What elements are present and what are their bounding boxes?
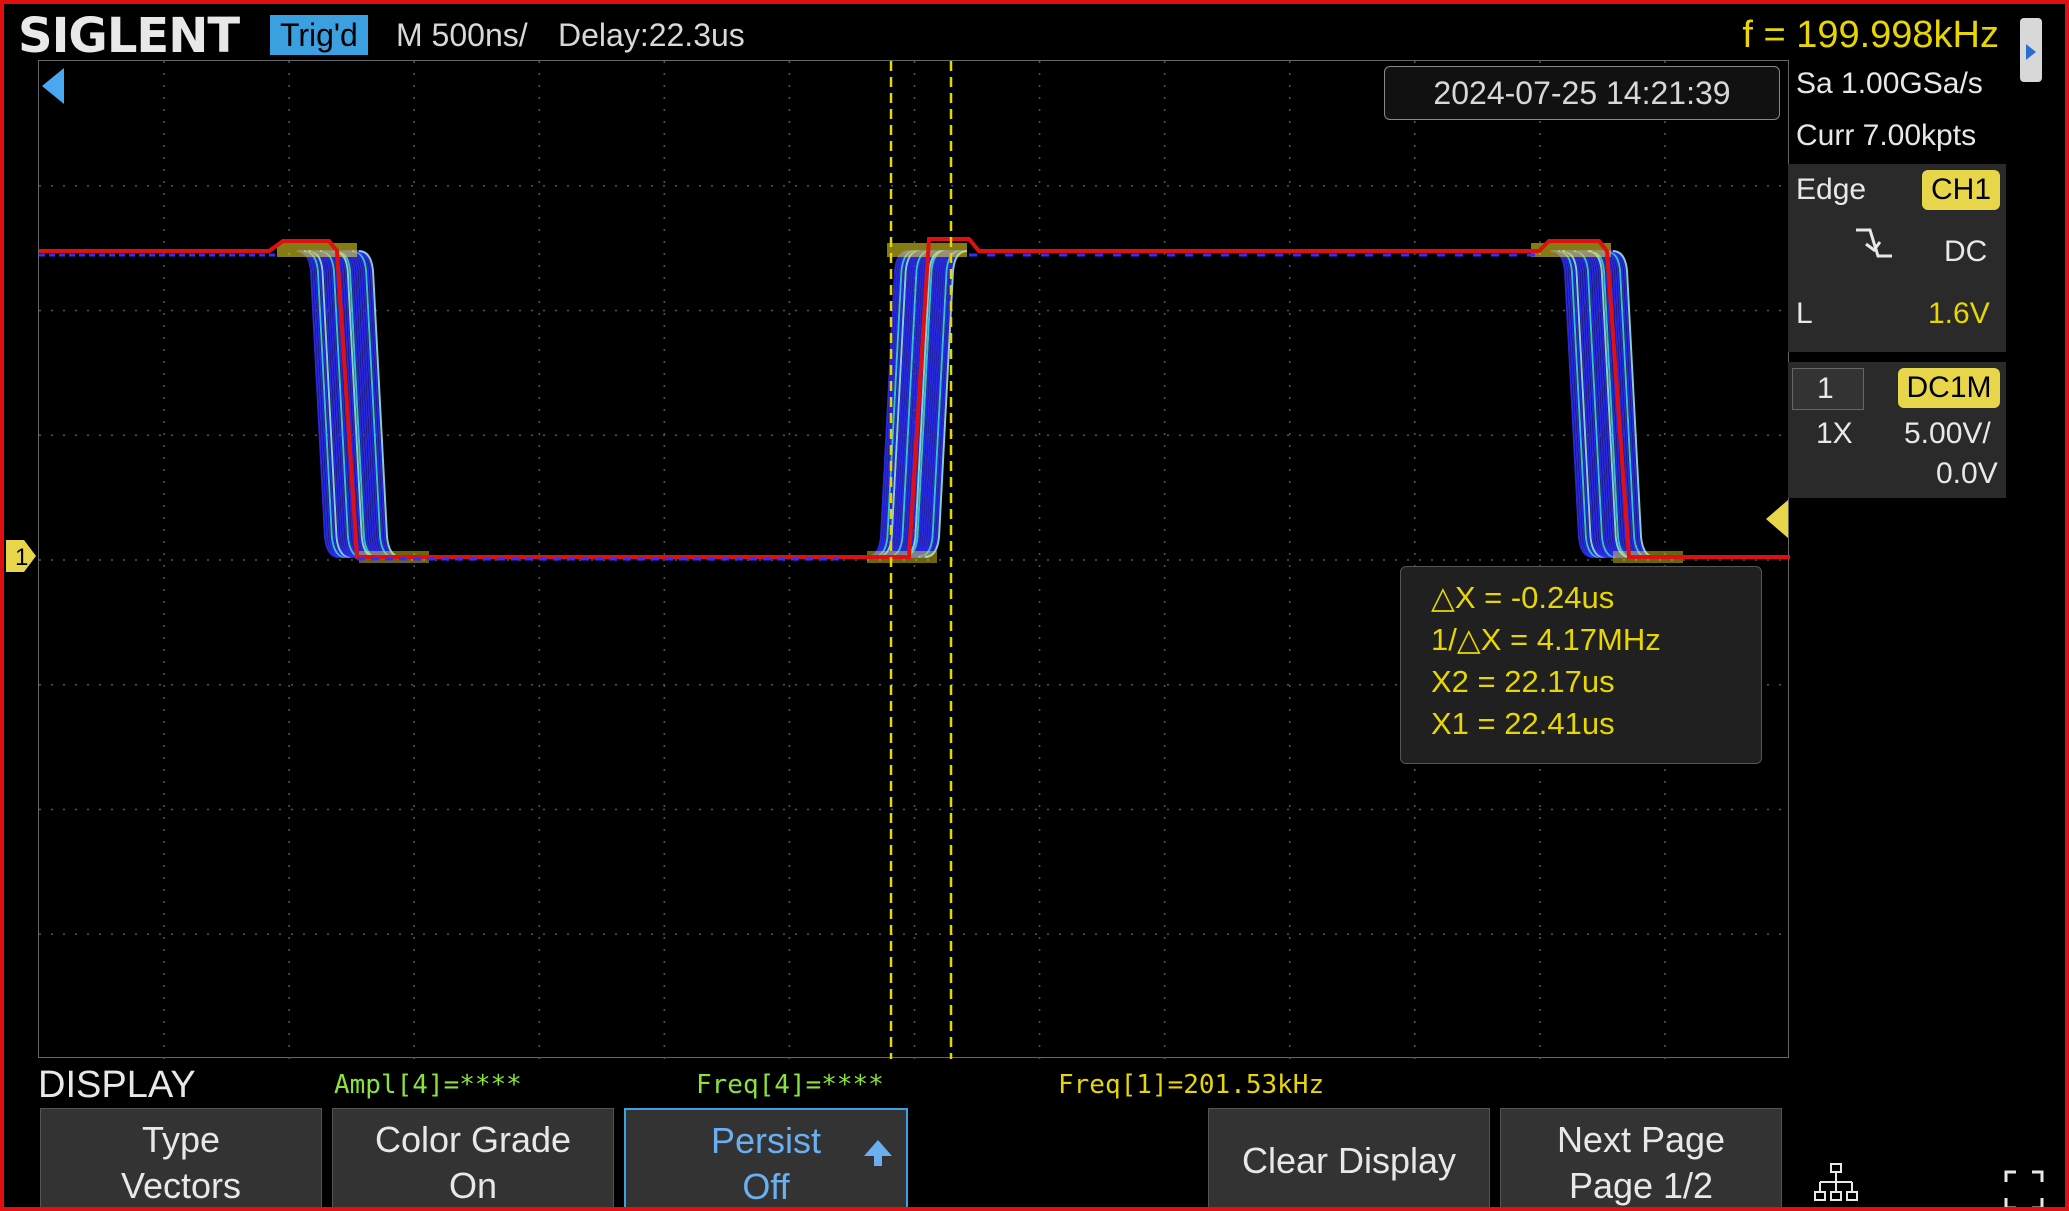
softkey-persist[interactable]: Persist Off bbox=[624, 1108, 908, 1207]
channel-number-box: 1 bbox=[1792, 368, 1864, 410]
oscilloscope-screen: SIGLENT Trig'd M 500ns/ Delay:22.3us f =… bbox=[0, 0, 2069, 1211]
measurement-freq4: Freq[4]=**** bbox=[696, 1070, 884, 1100]
fullscreen-icon[interactable] bbox=[2004, 1170, 2044, 1210]
cursor-x2: X2 = 22.17us bbox=[1431, 664, 1615, 699]
softkey-color-grade[interactable]: Color Grade On bbox=[332, 1108, 614, 1207]
trigger-level-value: 1.6V bbox=[1928, 297, 1990, 330]
trigger-level-icon[interactable] bbox=[1764, 498, 1790, 540]
sample-rate: Sa 1.00GSa/s bbox=[1796, 67, 1983, 100]
cursor-inverse-delta-x: 1/△X = 4.17MHz bbox=[1431, 622, 1661, 657]
arrow-up-icon bbox=[864, 1140, 892, 1166]
vertical-scale: 5.00V/ bbox=[1904, 417, 1991, 450]
ch1-ground-label: 1 bbox=[15, 544, 28, 571]
memory-depth: Curr 7.00kpts bbox=[1796, 119, 1977, 152]
softkey-next-page[interactable]: Next Page Page 1/2 bbox=[1500, 1108, 1782, 1207]
trigger-panel[interactable]: Edge CH1 DC L 1.6V bbox=[1788, 164, 2006, 352]
network-icon bbox=[1814, 1163, 1858, 1201]
softkey-color-grade-value: On bbox=[448, 1165, 498, 1206]
softkey-color-grade-label: Color Grade bbox=[374, 1119, 572, 1160]
channel1-panel[interactable]: 1 DC1M 1X 5.00V/ 0.0V bbox=[1788, 362, 2006, 498]
delay-readout[interactable]: Delay:22.3us bbox=[558, 14, 745, 56]
trigger-level-label: L bbox=[1796, 297, 1813, 330]
menu-expand-tab[interactable] bbox=[2020, 18, 2042, 82]
falling-edge-icon bbox=[1856, 228, 1892, 258]
softkey-type[interactable]: Type Vectors bbox=[40, 1108, 322, 1207]
softkey-clear-display[interactable]: Clear Display bbox=[1208, 1108, 1490, 1207]
chevron-right-icon bbox=[2026, 44, 2036, 60]
vertical-offset: 0.0V bbox=[1936, 457, 1998, 490]
softkey-clear-display-label: Clear Display bbox=[1241, 1140, 1457, 1181]
measurement-ampl4: Ampl[4]=**** bbox=[334, 1070, 522, 1100]
probe-attenuation: 1X bbox=[1816, 417, 1853, 450]
persistence-hotspot-top bbox=[277, 243, 357, 257]
softkey-persist-value: Off bbox=[742, 1166, 790, 1207]
timebase-readout[interactable]: M 500ns/ bbox=[396, 14, 528, 56]
cursor-x1: X1 = 22.41us bbox=[1431, 706, 1615, 741]
menu-title: DISPLAY bbox=[38, 1064, 196, 1106]
trigger-coupling: DC bbox=[1944, 235, 1988, 268]
trigger-type: Edge bbox=[1796, 173, 1867, 206]
softkey-next-page-value: Page 1/2 bbox=[1568, 1165, 1714, 1206]
measurement-freq1: Freq[1]=201.53kHz bbox=[1058, 1070, 1325, 1100]
ch1-ground-marker[interactable]: 1 bbox=[4, 538, 38, 574]
timestamp: 2024-07-25 14:21:39 bbox=[1384, 66, 1780, 120]
channel-coupling-badge: DC1M bbox=[1898, 368, 2000, 408]
cursor-readout-box: △X = -0.24us 1/△X = 4.17MHz X2 = 22.17us… bbox=[1400, 566, 1762, 764]
channel-number: 1 bbox=[1817, 372, 1834, 405]
waveform-grid[interactable] bbox=[38, 60, 1790, 1059]
frequency-counter: f = 199.998kHz bbox=[1742, 14, 1999, 56]
horizontal-position-icon bbox=[42, 68, 64, 104]
trigger-source-badge: CH1 bbox=[1922, 170, 2000, 210]
softkey-type-label: Type bbox=[141, 1119, 221, 1160]
brand-logo: SIGLENT bbox=[18, 8, 240, 64]
trigger-status-badge[interactable]: Trig'd bbox=[270, 15, 368, 55]
softkey-next-page-label: Next Page bbox=[1556, 1119, 1726, 1160]
cursor-delta-x: △X = -0.24us bbox=[1431, 580, 1615, 615]
softkey-type-value: Vectors bbox=[120, 1165, 242, 1206]
waveform-canvas bbox=[39, 61, 1790, 1059]
